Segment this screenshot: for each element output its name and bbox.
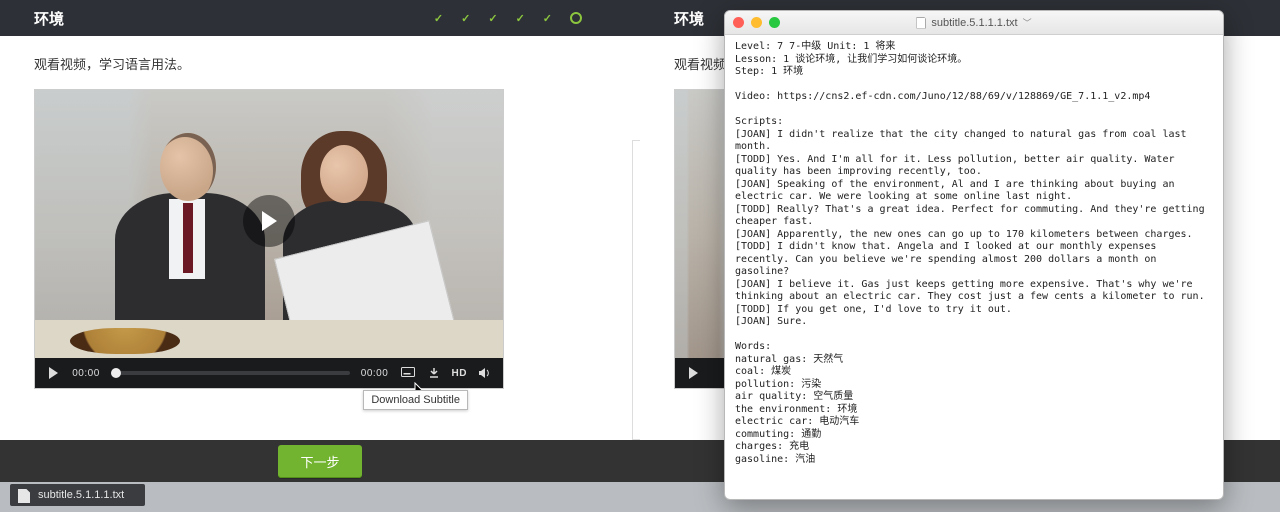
text-editor-window[interactable]: subtitle.5.1.1.1.txt ﹀ Level: 7 7-中级 Uni… bbox=[724, 10, 1224, 500]
step-tick-icon: ✓ bbox=[543, 12, 552, 25]
instruction-text: 观看视频，学习语言用法。 bbox=[674, 54, 724, 73]
volume-button[interactable] bbox=[477, 365, 493, 381]
step-tick-icon: ✓ bbox=[434, 12, 443, 25]
play-small-button[interactable] bbox=[45, 365, 61, 381]
video-figure bbox=[265, 123, 435, 353]
editor-content[interactable]: Level: 7 7-中级 Unit: 1 将来 Lesson: 1 谈论环境,… bbox=[725, 35, 1223, 499]
play-icon bbox=[259, 210, 279, 232]
download-chip[interactable]: subtitle.5.1.1.1.txt bbox=[10, 484, 145, 506]
download-subtitle-tooltip: Download Subtitle bbox=[363, 390, 468, 410]
video-controls: 00:00 00:00 HD bbox=[35, 358, 503, 388]
step-tick-icon: ✓ bbox=[488, 12, 497, 25]
file-icon bbox=[18, 489, 30, 503]
play-button[interactable] bbox=[243, 195, 295, 247]
subtitle-button[interactable] bbox=[400, 365, 416, 381]
play-small-button[interactable] bbox=[685, 365, 701, 381]
seek-knob[interactable] bbox=[111, 368, 121, 378]
speaker-icon bbox=[478, 367, 492, 379]
close-button[interactable] bbox=[733, 17, 744, 28]
download-filename: subtitle.5.1.1.1.txt bbox=[38, 489, 124, 501]
seek-bar[interactable] bbox=[111, 371, 350, 375]
next-button[interactable]: 下一步 bbox=[278, 445, 361, 478]
editor-titlebar[interactable]: subtitle.5.1.1.1.txt ﹀ bbox=[725, 11, 1223, 35]
step-tick-icon: ✓ bbox=[516, 12, 525, 25]
step-progress: ✓ ✓ ✓ ✓ ✓ bbox=[434, 0, 582, 36]
step-current-icon bbox=[570, 12, 582, 24]
minimize-button[interactable] bbox=[751, 17, 762, 28]
step-tick-icon: ✓ bbox=[461, 12, 470, 25]
editor-filename: subtitle.5.1.1.1.txt bbox=[931, 17, 1017, 29]
lesson-title: 环境 bbox=[34, 8, 64, 29]
footer-bar: 下一步 bbox=[0, 440, 640, 482]
lesson-topbar: 环境 ✓ ✓ ✓ ✓ ✓ bbox=[0, 0, 640, 36]
current-time: 00:00 bbox=[71, 368, 101, 379]
zoom-button[interactable] bbox=[769, 17, 780, 28]
download-icon bbox=[429, 368, 439, 378]
document-icon bbox=[916, 17, 926, 29]
duration: 00:00 bbox=[360, 368, 390, 379]
download-subtitle-button[interactable] bbox=[426, 365, 442, 381]
quality-button[interactable]: HD bbox=[452, 368, 467, 379]
lesson-title: 环境 bbox=[674, 8, 704, 29]
subtitle-icon bbox=[401, 367, 415, 379]
chevron-down-icon[interactable]: ﹀ bbox=[1023, 16, 1032, 29]
window-controls bbox=[733, 17, 780, 28]
instruction-text: 观看视频，学习语言用法。 bbox=[34, 54, 606, 73]
video-player[interactable]: 00:00 00:00 HD Do bbox=[34, 89, 504, 389]
play-icon bbox=[48, 367, 58, 379]
play-icon bbox=[688, 367, 698, 379]
